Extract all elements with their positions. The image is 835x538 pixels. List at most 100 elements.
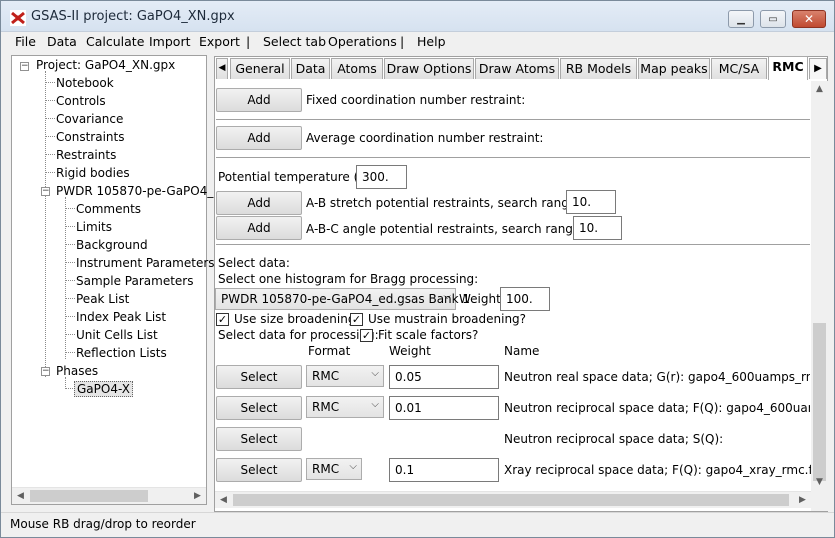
status-text: Mouse RB drag/drop to reorder [10,517,196,531]
scroll-down-icon[interactable]: ▼ [811,474,828,491]
panel-hscroll-thumb[interactable] [233,494,789,506]
mustrain-broadening-checkbox[interactable]: ✓ [350,313,363,326]
tree-item-sample-parameters[interactable]: Sample Parameters [76,274,194,288]
format-select-neutron-gr[interactable]: RMC ⌵ [306,365,384,387]
tree-root[interactable]: Project: GaPO4_XN.gpx [36,58,175,72]
format-select-neutron-fq[interactable]: RMC ⌵ [306,396,384,418]
tree-item-controls[interactable]: Controls [56,94,106,108]
add-fixed-coordination-button[interactable]: Add [216,88,302,112]
add-abc-angle-button[interactable]: Add [216,216,302,240]
panel-hscrollbar[interactable]: ◀ ▶ [215,491,811,508]
maximize-button[interactable]: ▭ [760,10,786,28]
menu-data[interactable]: Data [47,34,77,49]
maximize-icon: ▭ [768,13,778,25]
ab-stretch-range-input[interactable]: 10. [566,190,616,214]
format-select-value: RMC [312,369,340,383]
menu-export[interactable]: Export [199,34,240,49]
histogram-select[interactable]: PWDR 105870-pe-GaPO4_ed.gsas Bank 1 ⌵ [215,288,470,310]
menu-separator-2: | [400,34,405,49]
tree-item-unit-cells-list[interactable]: Unit Cells List [76,328,158,342]
weight-input-neutron-fq[interactable]: 0.01 [389,396,499,420]
add-ab-stretch-button[interactable]: Add [216,191,302,215]
checkmark-icon: ✓ [217,313,228,326]
data-name-neutron-fq: Neutron reciprocal space data; F(Q): gap… [504,401,810,415]
tree-item-restraints[interactable]: Restraints [56,148,116,162]
chevron-down-icon: ⌵ [371,399,379,410]
scroll-left-icon[interactable]: ◀ [215,492,232,509]
select-data-label: Select data: [218,256,290,270]
tab-draw-options[interactable]: Draw Options [384,58,474,79]
tree-hscrollbar[interactable]: ◀ ▶ [12,487,206,504]
tree-collapse-icon[interactable]: − [41,367,50,376]
scroll-right-icon[interactable]: ▶ [794,492,811,509]
format-select-value: RMC [312,462,340,476]
add-average-coordination-button[interactable]: Add [216,126,302,150]
tree-item-limits[interactable]: Limits [76,220,112,234]
tab-general[interactable]: General [230,58,290,79]
scroll-left-icon[interactable]: ◀ [12,488,29,505]
tree-item-pwdr[interactable]: PWDR 105870-pe-GaPO4_ed [56,184,228,198]
tree-item-phases[interactable]: Phases [56,364,98,378]
tree-item-covariance[interactable]: Covariance [56,112,123,126]
scroll-right-icon[interactable]: ▶ [189,488,206,505]
project-tree[interactable]: − Project: GaPO4_XN.gpx Notebook Control… [11,55,228,505]
panel-vscrollbar[interactable]: ▲ ▼ [811,81,828,511]
tab-draw-atoms[interactable]: Draw Atoms [475,58,559,79]
tree-item-comments[interactable]: Comments [76,202,141,216]
tab-scroll-left-button[interactable]: ◀ [216,58,228,79]
weight-input-xray-fq[interactable]: 0.1 [389,458,499,482]
divider [216,244,810,246]
tab-rb-models[interactable]: RB Models [560,58,637,79]
tree-item-background[interactable]: Background [76,238,148,252]
size-broadening-label: Use size broadening? [234,312,362,326]
menu-help[interactable]: Help [417,34,446,49]
tree-item-rigid-bodies[interactable]: Rigid bodies [56,166,130,180]
tree-item-instrument-parameters[interactable]: Instrument Parameters [76,256,215,270]
tab-data[interactable]: Data [291,58,330,79]
histogram-weight-input[interactable]: 100. [500,287,550,311]
tab-scroll-right-button[interactable]: ▶ [809,58,827,79]
menu-operations[interactable]: Operations [328,34,397,49]
window-title: GSAS-II project: GaPO4_XN.gpx [31,9,235,24]
column-format-header: Format [308,344,351,358]
tab-mc-sa[interactable]: MC/SA [711,58,767,79]
select-neutron-gr-button[interactable]: Select [216,365,302,389]
data-name-xray-fq: Xray reciprocal space data; F(Q): gapo4_… [504,463,821,477]
fixed-coordination-label: Fixed coordination number restraint: [306,93,526,107]
tree-item-constraints[interactable]: Constraints [56,130,124,144]
tab-atoms[interactable]: Atoms [331,58,383,79]
menu-bar: File Data Calculate Import Export | Sele… [1,32,834,52]
tab-rmc[interactable]: RMC [768,56,808,80]
tree-collapse-icon[interactable]: − [20,62,29,71]
tree-item-notebook[interactable]: Notebook [56,76,114,90]
size-broadening-checkbox[interactable]: ✓ [216,313,229,326]
tree-item-peak-list[interactable]: Peak List [76,292,129,306]
format-select-xray-fq[interactable]: RMC ⌵ [306,458,362,480]
tree-item-index-peak-list[interactable]: Index Peak List [76,310,166,324]
select-xray-fq-button[interactable]: Select [216,458,302,482]
title-bar: GSAS-II project: GaPO4_XN.gpx ▁ ▭ ✕ [1,1,834,32]
menu-calculate[interactable]: Calculate [86,34,144,49]
tree-scroll-thumb[interactable] [30,490,148,502]
tree-item-reflection-lists[interactable]: Reflection Lists [76,346,167,360]
tree-collapse-icon[interactable]: − [41,187,50,196]
tab-map-peaks[interactable]: Map peaks [638,58,710,79]
tree-item-phase-gapo4-x[interactable]: GaPO4-X [74,381,133,397]
abc-angle-range-input[interactable]: 10. [573,216,622,240]
menu-import[interactable]: Import [149,34,191,49]
potential-temperature-input[interactable]: 300. [356,165,407,189]
column-weight-header: Weight [389,344,431,358]
select-neutron-sq-button[interactable]: Select [216,427,302,451]
close-button[interactable]: ✕ [792,10,826,28]
menu-file[interactable]: File [15,34,36,49]
fit-scale-checkbox[interactable]: ✓ [360,329,373,342]
select-neutron-fq-button[interactable]: Select [216,396,302,420]
menu-select-tab[interactable]: Select tab [263,34,326,49]
panel-vscroll-thumb[interactable] [813,323,826,481]
status-bar: Mouse RB drag/drop to reorder [1,512,834,537]
weight-input-neutron-gr[interactable]: 0.05 [389,365,499,389]
minimize-button[interactable]: ▁ [728,10,754,28]
scroll-up-icon[interactable]: ▲ [811,81,828,98]
potential-temperature-label: Potential temperature (K): [218,170,375,184]
column-name-header: Name [504,344,540,358]
